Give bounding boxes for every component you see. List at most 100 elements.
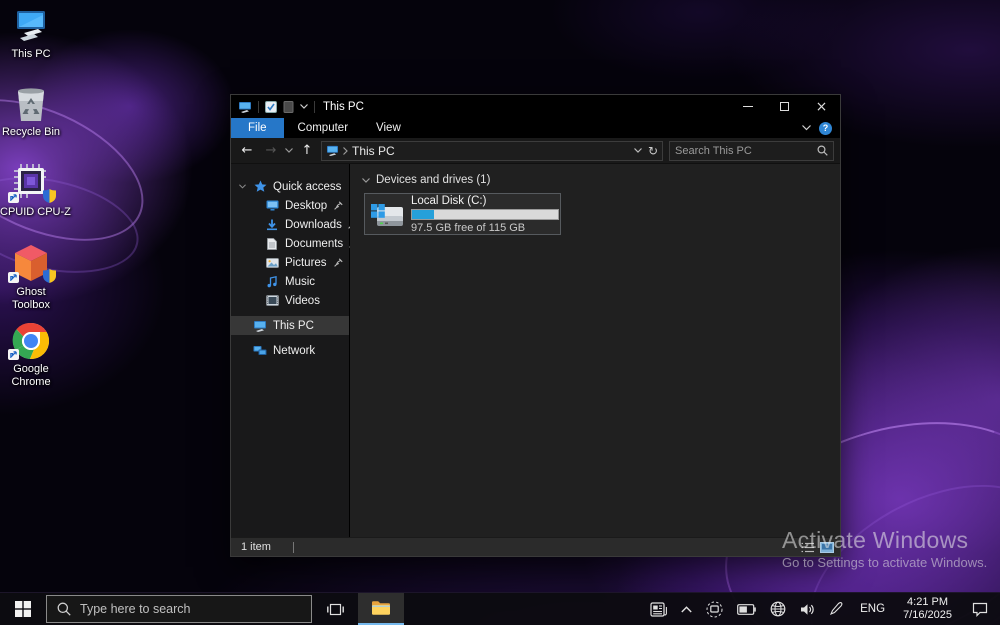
back-button[interactable]: ← (237, 143, 257, 158)
tab-view[interactable]: View (362, 118, 415, 138)
desktop-icon-recycle-bin[interactable]: Recycle Bin (0, 83, 62, 139)
view-toggle-buttons (801, 538, 834, 556)
documents-icon (265, 238, 279, 250)
clock-time: 4:21 PM (903, 596, 952, 609)
tray-display-icon[interactable] (699, 593, 730, 625)
desktop-icon-ghost-toolbox[interactable]: Ghost Toolbox (0, 243, 62, 312)
sidebar-item-music[interactable]: Music (231, 272, 349, 291)
chrome-icon (0, 320, 62, 360)
windows-ink-pen-icon[interactable] (822, 593, 850, 625)
sidebar-item-label: Downloads (285, 219, 342, 231)
start-button[interactable] (0, 593, 46, 625)
sidebar-item-label: Quick access (273, 181, 341, 193)
desktop-icon-cpuz[interactable]: CPUID CPU-Z (0, 163, 62, 219)
details-view-button[interactable] (801, 542, 814, 553)
sidebar-item-quick-access[interactable]: Quick access (231, 177, 349, 196)
recent-locations-chevron-icon[interactable] (285, 148, 293, 153)
forward-button[interactable]: → (261, 143, 281, 158)
window-system-icon[interactable] (238, 101, 252, 113)
desktop-icon-this-pc[interactable]: This PC (0, 5, 62, 61)
language-indicator[interactable]: ENG (850, 603, 895, 615)
music-icon (265, 276, 279, 288)
address-location-icon (326, 145, 339, 156)
up-button[interactable]: ↑ (297, 143, 317, 158)
taskbar-search-icon (57, 602, 71, 616)
maximize-icon (780, 102, 789, 111)
sidebar-item-label: Videos (285, 295, 320, 307)
taskbar-search-box[interactable] (46, 595, 312, 623)
sidebar-item-videos[interactable]: Videos (231, 291, 349, 310)
expand-chevron-icon[interactable] (239, 184, 246, 189)
quick-access-star-icon (253, 180, 267, 193)
shortcut-arrow-badge (8, 272, 19, 283)
recycle-bin-icon (0, 83, 62, 123)
sidebar-item-this-pc[interactable]: This PC (231, 316, 349, 335)
pin-icon (334, 258, 343, 267)
uac-shield-icon (43, 189, 56, 203)
ribbon-tab-bar: File Computer View ? (231, 118, 840, 138)
qat-new-folder-button[interactable] (283, 101, 294, 113)
address-bar[interactable]: This PC ↻ (321, 141, 663, 161)
news-and-interests-button[interactable] (643, 593, 674, 625)
expand-ribbon-chevron-icon[interactable] (802, 125, 811, 131)
status-bar: 1 item (231, 537, 840, 556)
close-button[interactable]: × (803, 95, 840, 118)
desktop-icon-label: Google Chrome (0, 363, 62, 389)
this-pc-small-icon (253, 320, 267, 332)
caption-buttons: × (729, 95, 840, 118)
close-icon: × (816, 102, 828, 112)
item-count: 1 item (241, 541, 271, 553)
navigation-pane: Quick access Desktop Downloads (231, 164, 350, 537)
taskbar-file-explorer-button[interactable] (358, 593, 404, 625)
maximize-button[interactable] (766, 95, 803, 118)
tab-computer[interactable]: Computer (284, 118, 363, 138)
group-header-devices-and-drives[interactable]: Devices and drives (1) (360, 174, 840, 186)
videos-icon (265, 295, 279, 306)
minimize-button[interactable] (729, 95, 766, 118)
battery-icon[interactable] (730, 593, 763, 625)
sidebar-item-label: Pictures (285, 257, 327, 269)
drive-tile-local-disk-c[interactable]: Local Disk (C:) 97.5 GB free of 115 GB (364, 193, 561, 235)
volume-icon[interactable] (793, 593, 822, 625)
taskbar-search-input[interactable] (80, 602, 301, 616)
sidebar-item-downloads[interactable]: Downloads (231, 215, 349, 234)
breadcrumb-chevron-icon[interactable] (343, 147, 348, 155)
hard-drive-icon (369, 198, 405, 230)
network-globe-icon[interactable] (763, 593, 793, 625)
this-pc-icon (0, 5, 62, 45)
address-dropdown-chevron-icon[interactable] (634, 148, 642, 153)
qat-customize-chevron-icon[interactable] (300, 104, 308, 109)
search-box[interactable] (669, 141, 834, 161)
breadcrumb-segment[interactable]: This PC (352, 144, 395, 158)
pictures-icon (265, 258, 279, 268)
qat-properties-button[interactable] (265, 101, 277, 113)
sidebar-item-desktop[interactable]: Desktop (231, 196, 349, 215)
drive-usage-bar (411, 209, 559, 220)
search-input[interactable] (675, 145, 817, 157)
sidebar-item-label: Network (273, 345, 315, 357)
address-bar-controls: ↻ (634, 144, 658, 158)
tab-file[interactable]: File (231, 118, 284, 138)
help-icon[interactable]: ? (819, 122, 832, 135)
sidebar-item-documents[interactable]: Documents (231, 234, 349, 253)
window-body: Quick access Desktop Downloads (231, 164, 840, 537)
desktop-icon-label: Ghost Toolbox (0, 286, 62, 312)
action-center-button[interactable] (960, 593, 1000, 625)
status-separator (293, 542, 294, 553)
large-icons-view-button[interactable] (820, 542, 834, 553)
task-view-button[interactable] (312, 593, 358, 625)
cpuz-icon (0, 163, 62, 203)
window-title: This PC (323, 101, 364, 113)
clock[interactable]: 4:21 PM 7/16/2025 (895, 596, 960, 622)
show-hidden-icons-chevron[interactable] (674, 593, 699, 625)
sidebar-item-network[interactable]: Network (231, 341, 349, 360)
refresh-icon[interactable]: ↻ (648, 144, 658, 158)
title-bar[interactable]: This PC × (231, 95, 840, 118)
toolbar-separator (314, 101, 315, 113)
clock-date: 7/16/2025 (903, 609, 952, 622)
desktop-icon-chrome[interactable]: Google Chrome (0, 320, 62, 389)
file-list-pane: Devices and drives (1) (350, 164, 840, 537)
sidebar-item-pictures[interactable]: Pictures (231, 253, 349, 272)
group-collapse-chevron-icon[interactable] (362, 178, 370, 183)
search-icon[interactable] (817, 145, 828, 156)
